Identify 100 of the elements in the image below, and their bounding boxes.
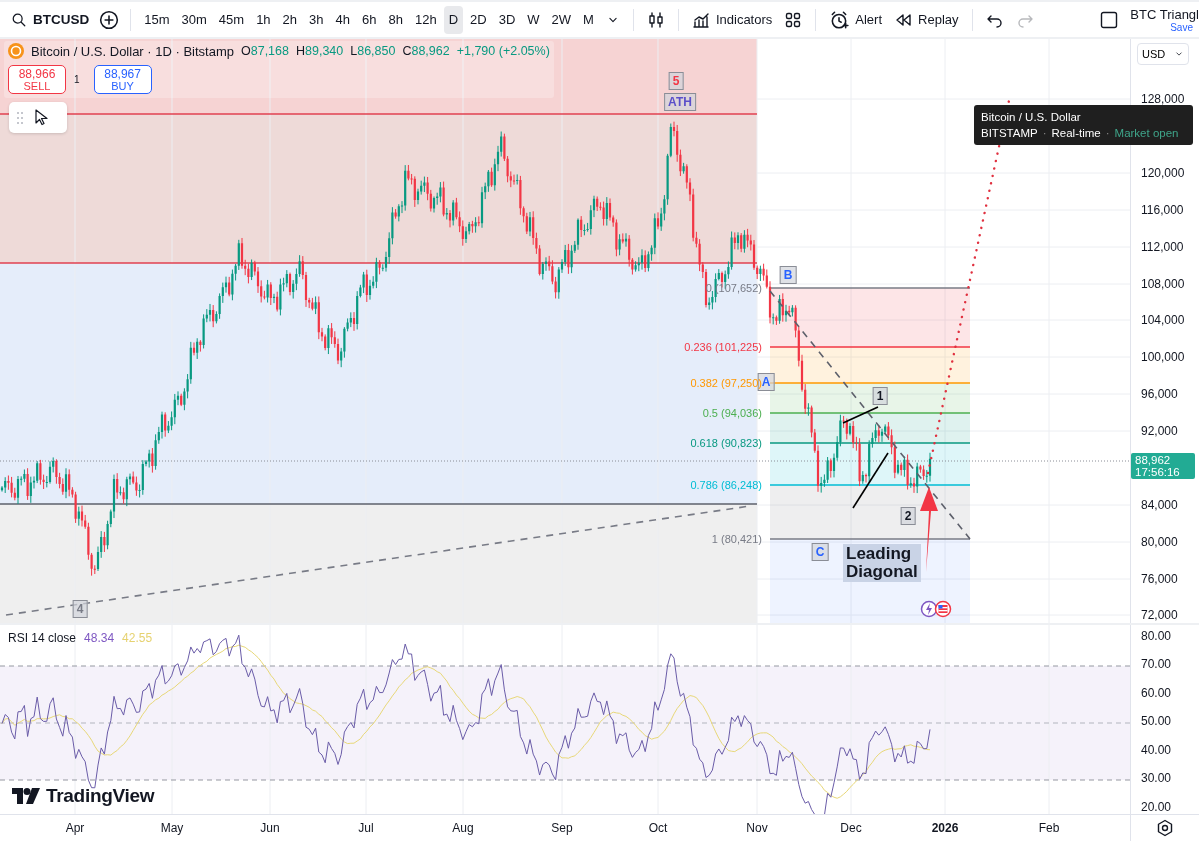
legend-title: Bitcoin / U.S. Dollar · 1D · Bitstamp <box>31 43 234 59</box>
price-axis-label: 76,000 <box>1141 572 1178 586</box>
replay-button[interactable]: Replay <box>889 5 964 34</box>
interval-tab[interactable]: 30m <box>176 5 212 34</box>
interval-tab[interactable]: 4h <box>330 5 355 34</box>
time-axis-label: Nov <box>746 821 768 835</box>
rsi-axis-label: 40.00 <box>1141 743 1172 757</box>
symbol-search-button[interactable]: BTCUSD <box>6 5 95 34</box>
time-axis-label: 2026 <box>931 821 959 835</box>
interval-tab[interactable]: 45m <box>213 5 250 34</box>
interval-tab[interactable]: 2D <box>465 5 492 34</box>
sell-button[interactable]: 88,966 SELL <box>8 65 66 94</box>
wave-label: B <box>779 266 797 284</box>
flag-icon[interactable] <box>934 600 952 618</box>
fib-level-label: 1 (80,421) <box>711 533 762 545</box>
interval-tab[interactable]: D <box>443 5 464 34</box>
time-axis-label: Sep <box>551 821 573 835</box>
rsi-axis-label: 50.00 <box>1141 714 1172 728</box>
settings-icon[interactable] <box>1156 819 1174 837</box>
wave-label: 5 <box>668 72 684 90</box>
price-axis-label: 104,000 <box>1141 313 1185 327</box>
price-axis-label: 108,000 <box>1141 277 1185 291</box>
time-axis-label: Dec <box>840 821 862 835</box>
price-axis-label: 96,000 <box>1141 387 1178 401</box>
wedge-line <box>842 406 879 424</box>
wave-label: 2 <box>900 507 916 525</box>
ohlc-value: C88,962 <box>402 44 450 58</box>
price-axis-label: 128,000 <box>1141 92 1185 106</box>
tooltip-text: BITSTAMP <box>981 126 1038 141</box>
interval-tab[interactable]: 3D <box>493 5 521 34</box>
indicators-button[interactable]: Indicators <box>686 5 778 34</box>
interval-tab[interactable]: 6h <box>357 5 382 34</box>
time-axis-label: Oct <box>648 821 668 835</box>
plus-circle-icon <box>99 9 120 30</box>
grid-icon <box>784 10 803 29</box>
interval-tab[interactable]: 15m <box>139 5 175 34</box>
time-axis-label: Apr <box>65 821 85 835</box>
interval-tab[interactable]: 2h <box>277 5 303 34</box>
alert-button[interactable]: Alert <box>824 5 888 34</box>
last-price-badge: 88,962 17:56:16 <box>1131 453 1195 479</box>
time-axis-label: Feb <box>1038 821 1060 835</box>
tooltip-title: Bitcoin / U.S. Dollar <box>981 110 1082 125</box>
caret-icon <box>1174 49 1184 59</box>
candles-icon <box>646 10 665 29</box>
interval-tab[interactable]: 12h <box>409 5 442 34</box>
fib-level-label: 0.786 (86,248) <box>690 479 762 491</box>
indicator-title: RSI 14 close <box>8 631 77 645</box>
price-axis-label: 120,000 <box>1141 166 1185 180</box>
coin-icon <box>8 43 24 59</box>
time-axis-label: Aug <box>452 821 474 835</box>
rsi-value: 48.34 <box>84 631 115 645</box>
ohlc-value: L86,850 <box>350 44 396 58</box>
brand-name: TradingView <box>46 785 155 807</box>
wave-label: 4 <box>72 600 88 618</box>
time-axis-label: May <box>160 821 184 835</box>
order-quantity: 1 <box>74 74 80 85</box>
layout-name-button[interactable]: BTC Triangl Save <box>1130 6 1199 33</box>
cursor-icon[interactable] <box>35 109 48 126</box>
rsi-axis-label: 80.00 <box>1141 629 1172 643</box>
price-axis-label: 80,000 <box>1141 535 1178 549</box>
interval-tab[interactable]: M <box>578 5 599 34</box>
time-axis-label: Jun <box>260 821 280 835</box>
rsi-axis-label: 70.00 <box>1141 657 1172 671</box>
fib-level-label: 0.618 (90,823) <box>690 437 762 449</box>
wave-label: C <box>811 543 829 561</box>
ohlc-value: O87,168 <box>241 44 289 58</box>
alarm-clock-icon <box>829 9 850 30</box>
rsi-axis-label: 20.00 <box>1141 800 1172 814</box>
fib-level-label: 0.236 (101,225) <box>684 341 762 353</box>
wave-label: ATH <box>664 93 696 111</box>
square-icon <box>1100 10 1119 29</box>
price-axis-label: 112,000 <box>1141 240 1184 254</box>
search-icon <box>11 11 27 28</box>
rsi-axis-label: 30.00 <box>1141 771 1172 785</box>
price-axis-label: 100,000 <box>1141 350 1185 364</box>
chart-annotation: Leading Diagonal <box>843 544 921 582</box>
price-axis-label: 92,000 <box>1141 424 1178 438</box>
price-axis-label: 84,000 <box>1141 498 1178 512</box>
price-change: +1,790 (+2.05%) <box>456 44 550 58</box>
wave-label: 1 <box>872 387 888 405</box>
tooltip-text: Market open <box>1114 126 1179 141</box>
interval-tab[interactable]: 3h <box>304 5 329 34</box>
interval-tab[interactable]: W <box>522 5 545 34</box>
separator-dot: · <box>1105 126 1110 141</box>
price-axis-label: 116,000 <box>1141 203 1184 217</box>
buy-button[interactable]: 88,967 BUY <box>93 65 152 94</box>
interval-tab[interactable]: 1h <box>251 5 276 34</box>
logo-icon <box>12 788 40 804</box>
wedge-line <box>852 452 889 509</box>
rsi-ma-value: 42.55 <box>122 631 153 645</box>
rsi-axis-label: 60.00 <box>1141 686 1172 700</box>
fib-level-label: 0.5 (94,036) <box>702 407 762 419</box>
separator-dot: · <box>1042 126 1047 141</box>
currency-dropdown[interactable]: USD <box>1137 43 1189 65</box>
fib-level-label: 0.382 (97,250) <box>690 377 762 389</box>
tooltip-text: Real-time <box>1051 126 1101 141</box>
interval-tab[interactable]: 2W <box>546 5 577 34</box>
drag-handle-icon[interactable] <box>17 111 23 124</box>
interval-tab[interactable]: 8h <box>383 5 408 34</box>
price-axis-label: 72,000 <box>1141 608 1178 622</box>
